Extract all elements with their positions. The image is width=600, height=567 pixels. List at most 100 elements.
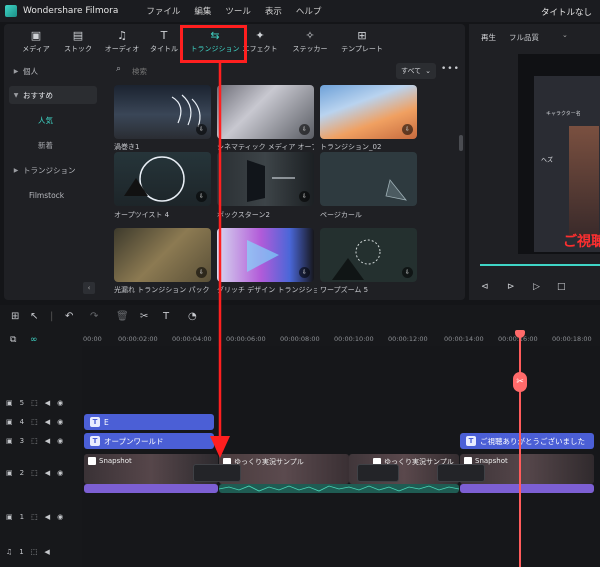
quality-select[interactable]: フル品質 bbox=[509, 32, 539, 43]
download-icon[interactable]: ⇩ bbox=[402, 124, 413, 135]
download-icon[interactable]: ⇩ bbox=[402, 267, 413, 278]
text-icon[interactable]: T bbox=[163, 311, 169, 322]
download-icon[interactable]: ⇩ bbox=[299, 267, 310, 278]
delete-icon[interactable]: 🗑 bbox=[116, 311, 129, 322]
speaker-icon[interactable]: ◀ bbox=[45, 418, 50, 426]
previous-frame-icon[interactable]: ⊲ bbox=[481, 282, 489, 292]
eye-icon[interactable]: ◉ bbox=[57, 469, 63, 477]
transition-thumbnail[interactable]: ⇩ bbox=[114, 85, 211, 139]
cut-icon[interactable]: ✂ bbox=[140, 311, 148, 322]
chevron-right-icon: ▶ bbox=[13, 67, 19, 75]
undo-icon[interactable]: ↶ bbox=[65, 311, 73, 322]
playhead[interactable] bbox=[519, 330, 521, 567]
video-clip-icon bbox=[88, 457, 96, 465]
play-icon[interactable]: ▷ bbox=[533, 282, 540, 292]
speaker-icon[interactable]: ◀ bbox=[45, 437, 50, 445]
project-title: タイトルなし bbox=[540, 8, 592, 18]
folder-icon[interactable]: ⬚ bbox=[31, 513, 38, 521]
transition-slot[interactable] bbox=[437, 464, 485, 482]
sticker-icon: ✧ bbox=[305, 29, 315, 42]
menu-edit[interactable]: 編集 bbox=[194, 5, 211, 17]
stop-icon[interactable]: □ bbox=[557, 282, 566, 292]
ruler-tick: 00:00:08:00 bbox=[280, 335, 320, 343]
menu-help[interactable]: ヘルプ bbox=[296, 5, 322, 17]
video-track-icon: ▣ bbox=[6, 513, 13, 521]
speaker-icon[interactable]: ◀ bbox=[45, 399, 50, 407]
sidebar-sub-popular[interactable]: 人気 bbox=[38, 115, 53, 126]
transition-thumbnail[interactable] bbox=[320, 152, 417, 206]
tab-templates[interactable]: ⊞ テンプレート bbox=[338, 24, 386, 60]
eye-icon[interactable]: ◉ bbox=[57, 437, 63, 445]
redo-icon[interactable]: ↷ bbox=[90, 311, 98, 322]
title-clip[interactable]: TE bbox=[84, 414, 214, 430]
eye-icon[interactable]: ◉ bbox=[57, 399, 63, 407]
step-icon[interactable]: ⊳ bbox=[507, 282, 515, 292]
menu-file[interactable]: ファイル bbox=[146, 5, 180, 17]
tab-media[interactable]: ▣ メディア bbox=[16, 24, 56, 60]
title-clip[interactable]: T ご視聴ありがとうございました bbox=[460, 433, 594, 449]
transition-thumbnail[interactable]: ⇩ bbox=[320, 228, 417, 282]
folder-icon[interactable]: ⬚ bbox=[31, 469, 38, 477]
track-header-audio-1: ♫ 1 ⬚ ◀ bbox=[6, 548, 50, 556]
music-track-icon: ♫ bbox=[6, 548, 13, 556]
split-scissor-icon[interactable]: ✂ bbox=[513, 372, 527, 392]
sidebar-item-transitions[interactable]: ▶ トランジション bbox=[9, 161, 97, 179]
ruler-tick: 00:00:12:00 bbox=[388, 335, 428, 343]
sidebar-item-personal[interactable]: ▶ 個人 bbox=[9, 62, 97, 80]
transition-thumbnail[interactable]: ⇩ bbox=[114, 228, 211, 282]
eye-icon[interactable]: ◉ bbox=[57, 513, 63, 521]
sidebar-item-filmstock[interactable]: Filmstock bbox=[9, 186, 97, 204]
title-clip[interactable]: T オープンワールド bbox=[84, 433, 214, 449]
folder-icon[interactable]: ⬚ bbox=[31, 437, 38, 445]
audio-clip[interactable] bbox=[460, 484, 594, 493]
chevron-down-icon: ⌄ bbox=[425, 67, 432, 75]
eye-icon[interactable]: ◉ bbox=[57, 418, 63, 426]
media-scrollbar[interactable] bbox=[459, 135, 463, 151]
track-header-1: ▣ 1 ⬚ ◀ ◉ bbox=[6, 513, 64, 521]
speaker-icon[interactable]: ◀ bbox=[44, 548, 49, 556]
add-track-icon[interactable]: ⧉ bbox=[10, 335, 16, 345]
menu-view[interactable]: 表示 bbox=[265, 5, 282, 17]
filter-select[interactable]: すべて ⌄ bbox=[396, 63, 436, 79]
timeline-toolbar: ⊞ ↖ | ↶ ↷ 🗑 ✂ T ◔ bbox=[0, 305, 600, 329]
video-track-icon: ▣ bbox=[6, 469, 13, 477]
folder-icon[interactable]: ⬚ bbox=[31, 418, 38, 426]
title-badge-icon: T bbox=[466, 436, 476, 446]
ruler-tick: 00:00:10:00 bbox=[334, 335, 374, 343]
sidebar-item-recommended[interactable]: ▼ おすすめ bbox=[9, 86, 97, 104]
chevron-right-icon: ▶ bbox=[13, 166, 19, 174]
transition-thumbnail[interactable]: ⇩ bbox=[320, 85, 417, 139]
transition-slot[interactable] bbox=[357, 464, 399, 482]
speed-icon[interactable]: ◔ bbox=[188, 311, 197, 322]
track-header-2: ▣ 2 ⬚ ◀ ◉ bbox=[6, 469, 64, 477]
layout-icon[interactable]: ⊞ bbox=[11, 311, 19, 322]
speaker-icon[interactable]: ◀ bbox=[45, 513, 50, 521]
tab-audio[interactable]: ♫ オーディオ bbox=[102, 24, 142, 60]
audio-waveform[interactable] bbox=[218, 484, 460, 493]
sidebar-sub-new[interactable]: 新着 bbox=[38, 140, 53, 151]
more-options-icon[interactable]: ••• bbox=[441, 64, 460, 74]
collapse-sidebar-button[interactable]: ‹ bbox=[83, 282, 95, 294]
preview-progress-bar[interactable] bbox=[480, 264, 600, 266]
chevron-down-icon: ⌄ bbox=[562, 31, 568, 39]
download-icon[interactable]: ⇩ bbox=[299, 124, 310, 135]
folder-icon[interactable]: ⬚ bbox=[31, 399, 38, 407]
tab-titles[interactable]: T タイトル bbox=[144, 24, 184, 60]
ruler-tick: 00:00:14:00 bbox=[444, 335, 484, 343]
stock-icon: ▤ bbox=[72, 29, 84, 42]
transition-thumbnail[interactable]: ⇩ bbox=[114, 152, 211, 206]
link-icon[interactable]: ∞ bbox=[30, 335, 38, 345]
tab-stock[interactable]: ▤ ストック bbox=[58, 24, 98, 60]
menu-tools[interactable]: ツール bbox=[225, 5, 251, 17]
thumbnail-label: 光漏れ トランジション パック トラ... bbox=[114, 286, 212, 294]
folder-icon[interactable]: ⬚ bbox=[31, 548, 38, 556]
select-icon[interactable]: ↖ bbox=[30, 311, 38, 322]
title-icon: T bbox=[160, 29, 168, 42]
template-icon: ⊞ bbox=[357, 29, 367, 42]
ruler-tick: 00:00 bbox=[83, 335, 102, 343]
annotation-arrow bbox=[210, 60, 230, 458]
speaker-icon[interactable]: ◀ bbox=[45, 469, 50, 477]
download-icon[interactable]: ⇩ bbox=[299, 191, 310, 202]
tab-stickers[interactable]: ✧ ステッカー bbox=[288, 24, 332, 60]
audio-clip[interactable] bbox=[84, 484, 218, 493]
